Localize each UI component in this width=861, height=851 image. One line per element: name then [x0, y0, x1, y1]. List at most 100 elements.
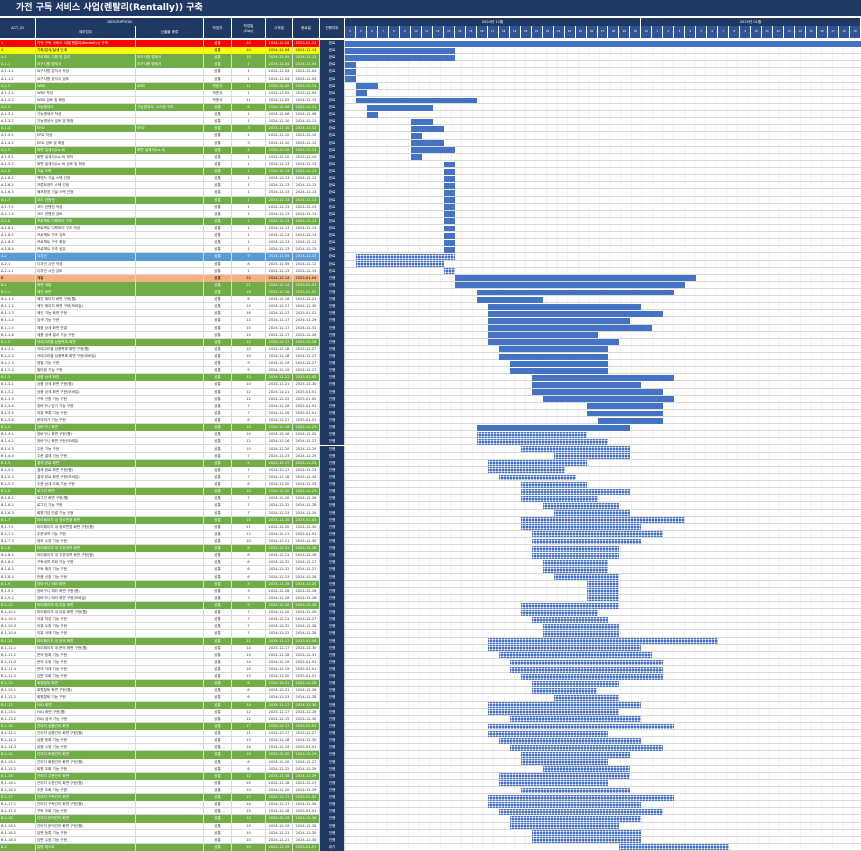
cell-deliverable[interactable]	[136, 843, 204, 851]
cell-end[interactable]: 2025-01-01	[293, 673, 320, 681]
cell-start[interactable]: 2024-12-17	[266, 338, 293, 346]
cell-task[interactable]: 디자인 시안 검토	[36, 267, 136, 275]
table-row[interactable]: B.1.6.2 로그인 기능 구현 공통 7 2024-12-22 2024-12-28 진…	[0, 502, 861, 510]
table-row[interactable]: B.1.5 결제 완료 화면 공통 9 2024-12-17 2024-12-25 진행	[0, 459, 861, 467]
cell-start[interactable]: 2024-12-26	[266, 580, 293, 588]
cell-duration[interactable]: 9	[232, 253, 266, 261]
cell-task[interactable]: 장바구니 에러 화면	[36, 580, 136, 588]
table-row[interactable]: B.1.18 관리자 문의관리 화면 공통 12 2024-12-19 2024-12-3…	[0, 815, 861, 823]
table-row[interactable]: B.1.14.2 상품 등록 기능 구현 공통 13 2024-12-18 2024-12…	[0, 737, 861, 745]
cell-owner[interactable]: 공통	[204, 502, 232, 510]
cell-deliverable[interactable]	[136, 68, 204, 76]
cell-task[interactable]: 관리자 문의관리 화면 구현(웹)	[36, 822, 136, 830]
cell-owner[interactable]: 공통	[204, 751, 232, 759]
gantt-bar[interactable]	[531, 374, 675, 381]
cell-deliverable[interactable]	[136, 708, 204, 716]
cell-duration[interactable]: 7	[232, 616, 266, 624]
gantt-bar[interactable]	[498, 474, 576, 481]
cell-start[interactable]: 2024-12-21	[266, 530, 293, 538]
gantt-bar[interactable]	[509, 744, 664, 751]
table-row[interactable]: A.1.4 ERD ERD 공통 3 2024-12-10 2024-12-12 완료	[0, 125, 861, 133]
cell-status[interactable]: 진행	[320, 559, 345, 567]
cell-owner[interactable]: 공통	[204, 175, 232, 183]
cell-owner[interactable]: 공통	[204, 203, 232, 211]
cell-start[interactable]: 2024-12-20	[266, 523, 293, 531]
cell-end[interactable]: 2024-12-27	[293, 616, 320, 624]
gantt-bar[interactable]	[531, 531, 664, 538]
cell-duration[interactable]: 14	[232, 644, 266, 652]
cell-status[interactable]: 진행	[320, 417, 345, 425]
cell-act-id[interactable]: B.1.7.2	[0, 530, 36, 538]
gantt-bar[interactable]	[487, 645, 642, 652]
cell-act-id[interactable]: B.1.3.2	[0, 388, 36, 396]
gantt-bar[interactable]	[443, 246, 455, 253]
gantt-bar[interactable]	[520, 759, 609, 766]
cell-deliverable[interactable]	[136, 701, 204, 709]
table-row[interactable]: B.1.7.1 마이페이지 내 정보변경 화면 구현(웹) 공통 11 2024-12-…	[0, 523, 861, 531]
gantt-bar[interactable]	[345, 76, 356, 83]
cell-task[interactable]: 구독 해지 기능 구현	[36, 566, 136, 574]
cell-act-id[interactable]: B.1.4.2	[0, 438, 36, 446]
table-row[interactable]: B.1.10.4 리뷰 삭제 기능 구현 공통 7 2024-12-22 2024-12-…	[0, 630, 861, 638]
cell-end[interactable]: 2024-12-15	[293, 96, 320, 105]
cell-act-id[interactable]: A.1.5.1	[0, 153, 36, 161]
cell-status[interactable]: 진행	[320, 680, 345, 688]
cell-act-id[interactable]: B.1.8.4	[0, 573, 36, 581]
cell-task[interactable]: FAQ 화면	[36, 701, 136, 709]
cell-start[interactable]: 2024-12-10	[266, 132, 293, 140]
cell-owner[interactable]: 공통	[204, 417, 232, 425]
cell-task[interactable]: 프로젝트 구조 공유	[36, 246, 136, 254]
cell-status[interactable]: 완료	[320, 40, 345, 48]
cell-task[interactable]: 장바구니 에러 화면 구현(모바일)	[36, 594, 136, 602]
cell-status[interactable]: 진행	[320, 431, 345, 439]
table-row[interactable]: B.1.8.4 반품 신청 기능 구현 공통 6 2024-12-23 2024-12-2…	[0, 573, 861, 581]
gantt-bar[interactable]	[586, 595, 620, 602]
cell-deliverable[interactable]	[136, 573, 204, 581]
table-row[interactable]: A.1.6.3 배포환경 기술 스택 선정 공통 1 2024-12-13 2024-12…	[0, 189, 861, 197]
cell-start[interactable]: 2024-12-20	[266, 786, 293, 795]
cell-owner[interactable]: 공통	[204, 367, 232, 375]
table-row[interactable]: B.1.2.1 카테고리별 상품목록 화면 구현(웹) 공통 10 2024-12-18…	[0, 345, 861, 353]
cell-owner[interactable]: 공통	[204, 360, 232, 368]
cell-duration[interactable]: 8	[232, 260, 266, 268]
cell-owner[interactable]: 공통	[204, 395, 232, 403]
gantt-bar[interactable]	[345, 47, 455, 54]
cell-deliverable[interactable]	[136, 680, 204, 688]
gantt-bar[interactable]	[443, 175, 455, 182]
cell-act-id[interactable]: 1	[0, 40, 36, 48]
cell-task[interactable]: 정보 수정 기능 구현	[36, 537, 136, 546]
cell-deliverable[interactable]: ERD	[136, 125, 204, 133]
cell-owner[interactable]: 공통	[204, 168, 232, 176]
cell-status[interactable]: 진행	[320, 744, 345, 752]
cell-end[interactable]: 2024-12-31	[293, 651, 320, 659]
cell-owner[interactable]: 공통	[204, 310, 232, 318]
cell-duration[interactable]: 10	[232, 779, 266, 787]
cell-end[interactable]: 2024-12-29	[293, 786, 320, 795]
cell-task[interactable]: 프로젝트 구조 확정	[36, 239, 136, 247]
cell-act-id[interactable]: B.1.1.1	[0, 296, 36, 304]
cell-act-id[interactable]: B.1.4.3	[0, 445, 36, 453]
cell-task[interactable]: 장바구니 화면 구현(웹)	[36, 431, 136, 439]
cell-duration[interactable]: 1	[232, 267, 266, 275]
table-row[interactable]: B.1.5.1 결제 완료 화면 구현(웹) 공통 7 2024-12-17 2024-1…	[0, 466, 861, 474]
cell-act-id[interactable]: B.1.6.2	[0, 502, 36, 510]
cell-end[interactable]: 2024-12-30	[293, 523, 320, 531]
cell-act-id[interactable]: B.1.10.4	[0, 630, 36, 638]
cell-task[interactable]: 관리자 상품관리 화면	[36, 722, 136, 731]
cell-start[interactable]: 2024-12-18	[266, 345, 293, 353]
cell-owner[interactable]: 공통	[204, 559, 232, 567]
cell-end[interactable]: 2024-12-28	[293, 694, 320, 702]
cell-task[interactable]: 검색 기능 구현	[36, 317, 136, 325]
cell-act-id[interactable]: B.1.8.1	[0, 552, 36, 560]
cell-owner[interactable]: 공통	[204, 40, 232, 48]
gantt-bar[interactable]	[443, 168, 455, 175]
gantt-bar[interactable]	[476, 438, 609, 445]
cell-task[interactable]: 메인 페이지 화면 구현(모바일)	[36, 303, 136, 311]
cell-start[interactable]: 2024-12-13	[266, 168, 293, 176]
cell-task[interactable]: 정렬 기능 구현	[36, 360, 136, 368]
cell-owner[interactable]: 공통	[204, 331, 232, 339]
cell-end[interactable]: 2024-12-13	[293, 217, 320, 225]
cell-start[interactable]: 2024-12-23	[266, 573, 293, 581]
cell-task[interactable]: ERD 작성	[36, 132, 136, 140]
cell-end[interactable]: 2024-12-04	[293, 68, 320, 76]
